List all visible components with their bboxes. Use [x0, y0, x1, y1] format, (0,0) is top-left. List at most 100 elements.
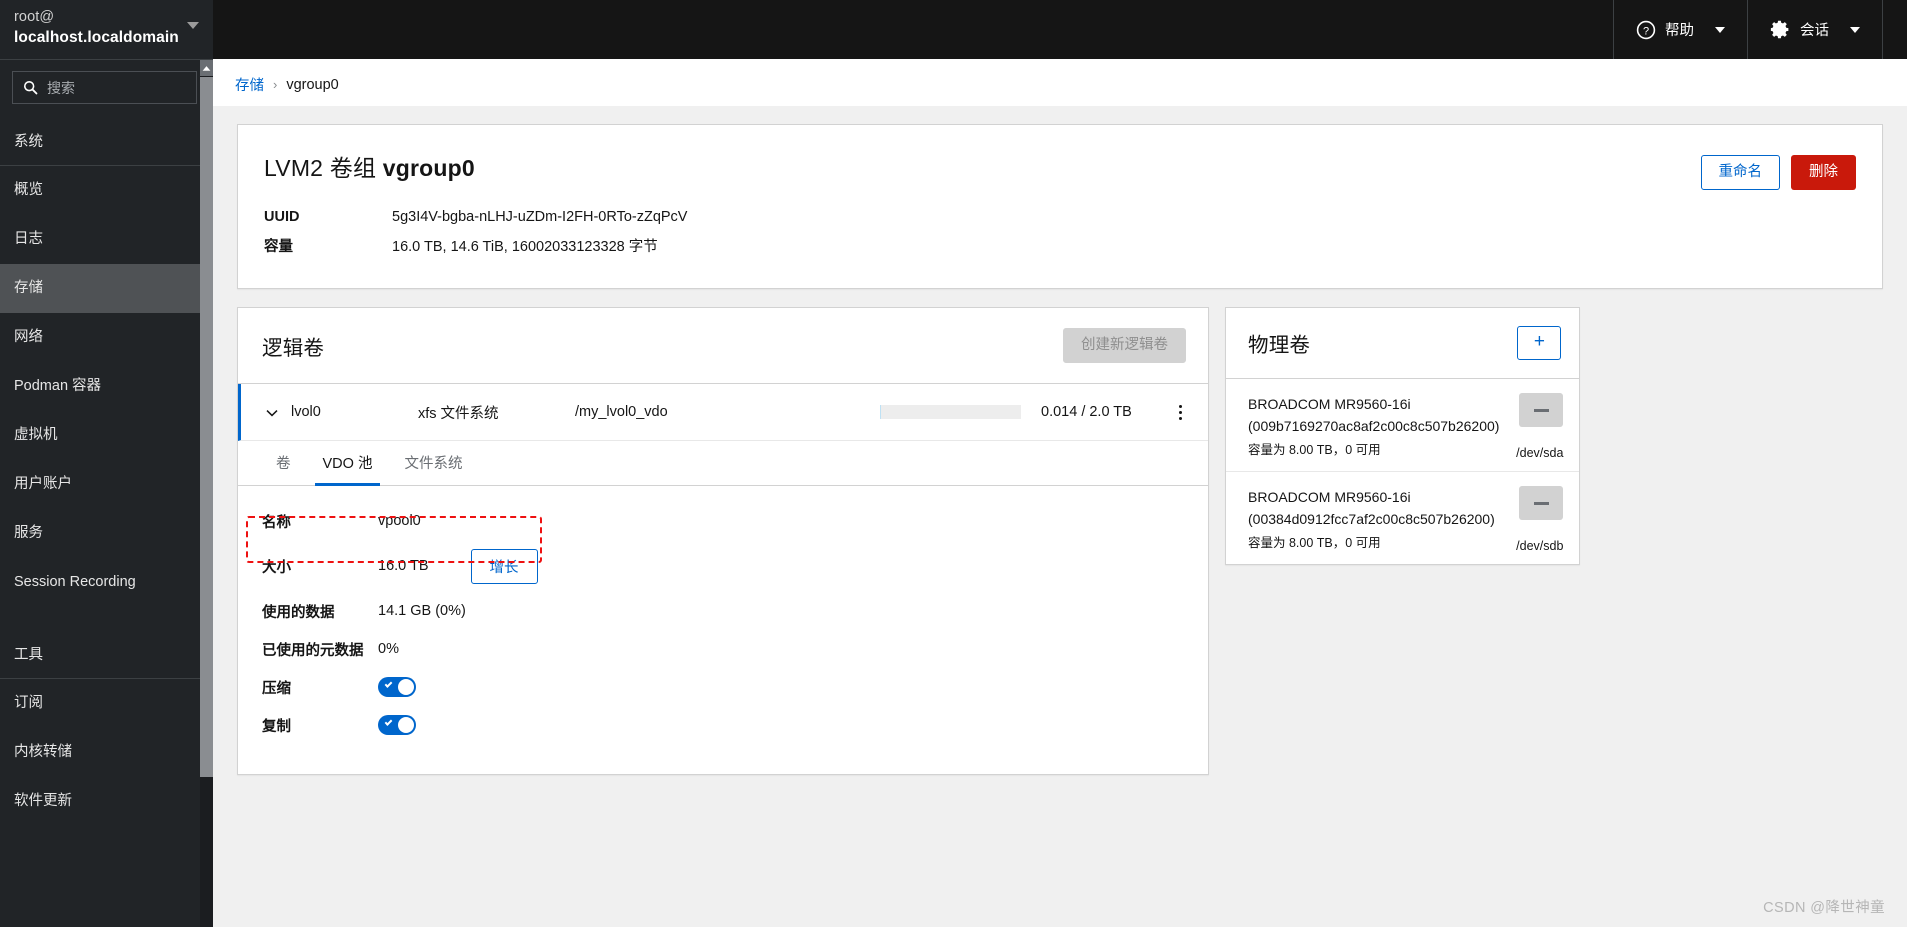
minus-icon — [1533, 408, 1549, 412]
sidebar-item-subscriptions[interactable]: 订阅 — [0, 679, 213, 728]
session-menu-button[interactable]: 会话 — [1747, 0, 1882, 59]
pv-name: BROADCOM MR9560-16i (00384d0912fcc7af2c0… — [1248, 489, 1495, 527]
lv-name: lvol0 — [291, 404, 321, 420]
sidebar-item-session-recording[interactable]: Session Recording — [0, 558, 213, 607]
sidebar-section-tools: 工具 — [0, 629, 213, 679]
host-user: root@ — [14, 9, 55, 25]
physical-volumes-column: 物理卷 + BROADCOM MR9560-16i (009b7169270ac… — [1225, 307, 1581, 565]
search-input[interactable] — [38, 79, 178, 96]
page-title-prefix: LVM2 卷组 — [264, 155, 383, 181]
host-switcher[interactable]: root@ localhost.localdomain — [0, 0, 213, 60]
lv-usage-text: 0.014 / 2.0 TB — [1041, 404, 1132, 420]
chevron-down-icon — [1850, 26, 1860, 33]
vdo-size-label: 大小 — [262, 559, 291, 576]
vdo-name-value: vpool0 — [378, 513, 421, 529]
logical-volumes-header: 逻辑卷 创建新逻辑卷 — [238, 308, 1208, 384]
help-menu-button[interactable]: ? 帮助 — [1613, 0, 1747, 59]
check-icon — [384, 718, 393, 726]
vdo-deduplication-label: 复制 — [262, 718, 291, 735]
logical-volumes-title: 逻辑卷 — [262, 336, 325, 360]
create-logical-volume-button[interactable]: 创建新逻辑卷 — [1063, 328, 1186, 363]
sidebar-item-network[interactable]: 网络 — [0, 313, 213, 362]
toolbar-end-spacer — [1882, 0, 1907, 59]
lv-mountpoint: /my_lvol0_vdo — [575, 404, 668, 420]
chevron-down-icon — [187, 22, 199, 29]
sidebar-item-services[interactable]: 服务 — [0, 509, 213, 558]
capacity-value: 16.0 TB, 14.6 TiB, 16002033123328 字节 — [392, 239, 658, 255]
expand-toggle-icon[interactable] — [253, 405, 291, 420]
uuid-label: UUID — [264, 209, 300, 225]
sidebar-item-podman-containers[interactable]: Podman 容器 — [0, 362, 213, 411]
sidebar-section-system: 系统 — [0, 116, 213, 166]
add-physical-volume-button[interactable]: + — [1517, 326, 1562, 360]
physical-volumes-header: 物理卷 + — [1226, 308, 1580, 379]
remove-physical-volume-button[interactable] — [1519, 393, 1564, 427]
lv-filesystem: xfs 文件系统 — [418, 405, 499, 422]
compression-toggle[interactable] — [378, 677, 416, 697]
page-title-name: vgroup0 — [382, 155, 475, 181]
page-body: LVM2 卷组 vgroup0 UUID 5g3I4V-bgba-nLHJ-uZ… — [213, 106, 1907, 775]
breadcrumb-link-storage[interactable]: 存储 — [235, 74, 264, 95]
logical-volumes-column: 逻辑卷 创建新逻辑卷 lvol0 xfs 文件系统 /my_lvol0_vdo — [237, 307, 1209, 775]
vdo-name-row: 名称 vpool0 — [238, 502, 1208, 540]
sidebar-item-logs[interactable]: 日志 — [0, 215, 213, 264]
check-icon — [384, 680, 393, 688]
sidebar-item-accounts[interactable]: 用户账户 — [0, 460, 213, 509]
physical-volumes-title: 物理卷 — [1248, 334, 1311, 357]
physical-volumes-card: 物理卷 + BROADCOM MR9560-16i (009b7169270ac… — [1225, 307, 1581, 565]
sidebar: root@ localhost.localdomain 系统 概览 日志 存储 … — [0, 0, 213, 927]
svg-text:?: ? — [1643, 25, 1649, 37]
help-icon: ? — [1636, 20, 1656, 39]
vdo-used-data-label: 使用的数据 — [262, 604, 335, 621]
tab-volume[interactable]: 卷 — [260, 452, 307, 485]
vdo-used-data-value: 14.1 GB (0%) — [378, 603, 466, 619]
sidebar-item-storage[interactable]: 存储 — [0, 264, 213, 313]
logical-volumes-card: 逻辑卷 创建新逻辑卷 lvol0 xfs 文件系统 /my_lvol0_vdo — [237, 307, 1209, 775]
pv-texts: BROADCOM MR9560-16i (009b7169270ac8af2c0… — [1248, 393, 1507, 458]
tab-vdo-pool[interactable]: VDO 池 — [307, 452, 389, 486]
scrollbar-thumb[interactable] — [200, 77, 213, 777]
search-icon — [23, 80, 38, 95]
grow-button[interactable]: 增长 — [470, 548, 538, 584]
delete-button[interactable]: 删除 — [1791, 155, 1856, 190]
search-box[interactable] — [12, 71, 197, 104]
search-container — [0, 60, 213, 116]
remove-physical-volume-button[interactable] — [1519, 486, 1564, 520]
list-item: BROADCOM MR9560-16i (00384d0912fcc7af2c0… — [1226, 472, 1579, 564]
sidebar-scrollbar[interactable] — [200, 60, 213, 927]
sidebar-item-virtual-machines[interactable]: 虚拟机 — [0, 411, 213, 460]
watermark: CSDN @降世神童 — [1763, 900, 1885, 916]
table-row[interactable]: lvol0 xfs 文件系统 /my_lvol0_vdo 0.014 / 2.0… — [238, 384, 1208, 441]
pv-device: /dev/sdb — [1516, 539, 1564, 553]
vdo-compression-label: 压缩 — [262, 680, 291, 697]
capacity-label: 容量 — [264, 239, 293, 255]
deduplication-toggle[interactable] — [378, 715, 416, 735]
help-label: 帮助 — [1665, 23, 1694, 39]
breadcrumb: 存储 › vgroup0 — [213, 59, 1907, 106]
lv-usage-bar — [880, 405, 1021, 419]
minus-icon — [1533, 501, 1549, 505]
chevron-down-icon — [1715, 26, 1725, 33]
gear-icon — [1770, 20, 1789, 39]
scroll-up-icon[interactable] — [200, 60, 213, 76]
lv-usage-bar-fill — [880, 405, 881, 419]
detail-tabs: 卷 VDO 池 文件系统 — [238, 441, 1208, 486]
tab-filesystem[interactable]: 文件系统 — [388, 452, 478, 485]
volume-group-actions: 重命名 删除 — [1700, 155, 1856, 190]
pv-device: /dev/sda — [1516, 446, 1564, 460]
rename-button[interactable]: 重命名 — [1700, 155, 1780, 190]
row-actions-kebab-icon[interactable] — [1166, 402, 1194, 423]
vdo-name-label: 名称 — [262, 514, 291, 531]
host-name: localhost.localdomain — [14, 29, 179, 46]
sidebar-item-software-updates[interactable]: 软件更新 — [0, 777, 213, 826]
breadcrumb-separator-icon: › — [273, 77, 278, 92]
sidebar-nav: 系统 概览 日志 存储 网络 Podman 容器 虚拟机 用户账户 服务 Ses… — [0, 116, 213, 927]
vdo-size-value: 16.0 TB — [378, 558, 429, 574]
sidebar-item-kernel-dump[interactable]: 内核转储 — [0, 728, 213, 777]
vdo-used-metadata-value: 0% — [378, 641, 399, 657]
toggle-knob — [398, 679, 414, 695]
sidebar-item-overview[interactable]: 概览 — [0, 166, 213, 215]
list-item: BROADCOM MR9560-16i (009b7169270ac8af2c0… — [1226, 379, 1580, 472]
top-toolbar: ? 帮助 会话 — [213, 0, 1907, 59]
